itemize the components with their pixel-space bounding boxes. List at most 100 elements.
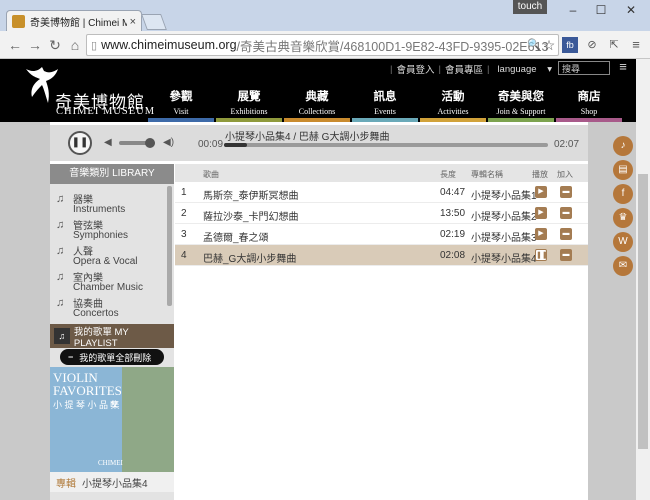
search-icon[interactable]: 🔍 [526,37,542,53]
album-cover-title: VIOLIN FAVORITES [53,370,122,398]
maximize-button[interactable]: ☐ [588,2,614,18]
forward-icon[interactable]: → [26,36,44,54]
tab-title: 奇美博物館 | Chimei M [30,18,127,29]
category-sublabel: Instruments [73,204,126,215]
browser-menu-icon[interactable]: ≡ [628,37,644,53]
total-time: 02:07 [554,139,580,150]
back-icon[interactable]: ← [6,36,24,54]
pause-button[interactable]: ❚❚ [68,131,92,155]
category-chamber-music[interactable]: ♫ 室內樂 Chamber Music [56,269,168,295]
block-icon[interactable]: ⊘ [584,37,600,53]
close-window-button[interactable]: ✕ [618,2,644,18]
volume-knob[interactable] [144,138,155,148]
nav-join-support[interactable]: 奇美與您 Join & Support [488,88,554,122]
volume-low-icon[interactable]: ◀ [104,137,112,148]
address-bar[interactable]: ▯ www.chimeimuseum.org/奇美古典音樂欣賞/468100D1… [86,34,559,56]
category-opera-vocal[interactable]: ♫ 人聲 Opera & Vocal [56,243,168,269]
nav-activities[interactable]: 活動 Activities [420,88,486,122]
home-icon[interactable]: ⌂ [66,36,84,54]
music-note-icon: ♫ [56,297,65,309]
mail-icon[interactable]: ✉ [613,256,633,276]
category-symphonies[interactable]: ♫ 管弦樂 Symphonies [56,217,168,243]
nav-label: 訊息 [373,89,397,103]
track-title[interactable]: 薩拉沙泰_卡門幻想曲 [203,208,299,223]
table-row[interactable]: 3 孟德爾_春之頌 02:19 小提琴小品集3 ▶ ▬ [175,224,588,245]
page-scrollbar[interactable] [636,59,650,500]
member-login-link[interactable]: 會員登入 [392,62,438,76]
track-length: 02:08 [440,250,466,261]
touch-label: touch [513,0,547,14]
nav-label: 參觀 [169,89,193,103]
delete-playlist-button[interactable]: − 我的歌單全部刪除 [60,349,164,365]
language-dropdown[interactable]: language ▾ [489,64,560,75]
nav-sublabel: Collections [298,107,336,116]
volume-high-icon[interactable]: ◀) [163,137,174,148]
track-title[interactable]: 巴赫_G大調小步舞曲 [203,250,296,265]
calendar-icon[interactable]: ▤ [613,160,633,180]
music-note-icon: ♫ [56,245,65,257]
add-to-playlist-icon[interactable]: ▬ [560,186,572,198]
site-menu-icon[interactable]: ≡ [616,60,630,74]
table-row[interactable]: 2 薩拉沙泰_卡門幻想曲 13:50 小提琴小品集2 ▶ ▬ [175,203,588,224]
nav-shop[interactable]: 商店 Shop [556,88,622,122]
fb-extension-icon[interactable]: fb [562,37,578,53]
play-icon[interactable]: ▶ [535,207,547,219]
nav-visit[interactable]: 參觀 Visit [148,88,214,122]
category-sublabel: Symphonies [73,230,129,241]
facebook-icon[interactable]: f [613,184,633,204]
track-album: 小提琴小品集3 [471,233,537,244]
nav-exhibitions[interactable]: 展覽 Exhibitions [216,88,282,122]
playlist-heading[interactable]: ♫ 我的歌單 MY PLAYLIST [50,324,174,349]
play-icon[interactable]: ▶ [535,186,547,198]
category-concertos[interactable]: ♫ 協奏曲 Concertos [56,295,168,321]
sidebar-scrollbar[interactable] [167,186,172,306]
refresh-icon[interactable]: ↻ [46,36,64,54]
site-search-input[interactable]: 搜尋 [558,61,610,75]
minimize-button[interactable]: – [560,2,586,18]
playlist-heading-label: 我的歌單 MY PLAYLIST [73,326,129,349]
add-to-playlist-icon[interactable]: ▬ [560,228,572,240]
tab-close-icon[interactable]: × [130,16,136,28]
play-icon[interactable]: ▶ [535,228,547,240]
nav-collections[interactable]: 典藏 Collections [284,88,350,122]
table-row-active[interactable]: 4 巴赫_G大調小步舞曲 02:08 小提琴小品集4 ❚❚ ▬ [175,245,588,266]
header-song: 歌曲 [203,170,219,179]
category-sublabel: Concertos [73,308,119,319]
table-row[interactable]: 1 馬斯奈_泰伊斯冥想曲 04:47 小提琴小品集1 ▶ ▬ [175,182,588,203]
browser-tab[interactable]: 奇美博物館 | Chimei M × [6,10,142,32]
progress-track[interactable] [224,143,548,147]
track-length: 02:19 [440,229,466,240]
album-cover-label: CHIMEI [98,459,123,467]
music-note-icon: ♫ [56,271,65,283]
playlist-icon: ♫ [54,328,70,344]
now-playing-title: 小提琴小品集4 / 巴赫 G大調小步舞曲 [225,132,390,143]
add-to-playlist-icon[interactable]: ▬ [560,207,572,219]
logo-english[interactable]: CHIMEI MUSEUM [56,106,155,117]
nav-events[interactable]: 訊息 Events [352,88,418,122]
nav-label: 商店 [577,89,601,103]
track-album: 小提琴小品集2 [471,212,537,223]
add-to-playlist-icon[interactable]: ▬ [560,249,572,261]
share-icon[interactable]: ⇱ [606,37,622,53]
nav-sublabel: Join & Support [496,107,546,116]
category-instruments[interactable]: ♫ 器樂 Instruments [56,191,168,217]
member-area-link[interactable]: 會員專區 [441,62,487,76]
scrollbar-thumb[interactable] [638,174,648,449]
award-icon[interactable]: W [613,232,633,252]
caret-down-icon: ▾ [547,63,552,75]
track-title[interactable]: 馬斯奈_泰伊斯冥想曲 [203,187,299,202]
progress-fill [224,143,247,147]
favicon [12,15,25,28]
track-title[interactable]: 孟德爾_春之頌 [203,229,269,244]
delete-playlist-label: 我的歌單全部刪除 [79,352,152,363]
nav-label: 奇美與您 [498,89,544,103]
track-length: 13:50 [440,208,466,219]
header-length: 長度 [440,170,456,179]
trophy-icon[interactable]: ♛ [613,208,633,228]
nav-sublabel: Exhibitions [230,107,268,116]
pause-row-icon[interactable]: ❚❚ [535,249,548,261]
music-icon[interactable]: ♪ [613,136,633,156]
star-icon[interactable]: ☆ [541,37,557,53]
album-cover[interactable]: VIOLIN FAVORITES 小 提 琴 小 品 集 IV CHIMEI [50,367,174,472]
url-domain: www.chimeimuseum.org [101,38,237,52]
